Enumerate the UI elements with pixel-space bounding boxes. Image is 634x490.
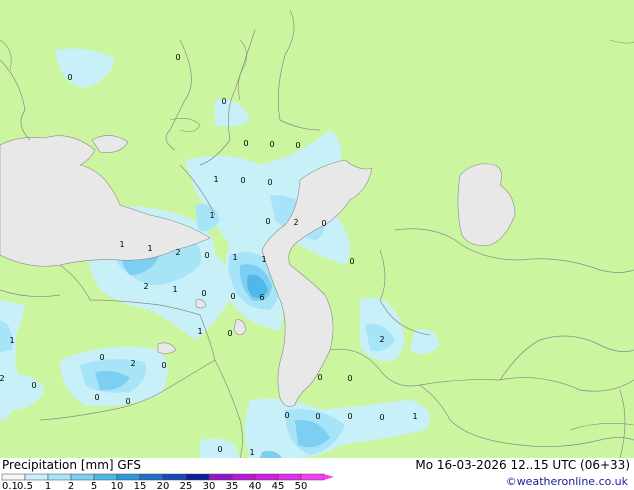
precip-value-label: 1 [249, 448, 254, 457]
scale-color-box [70, 473, 95, 481]
scale-color-box [254, 473, 279, 481]
precip-value-label: 0 [284, 411, 289, 420]
precip-value-label: 0 [99, 353, 104, 362]
scale-tick-label: 30 [203, 481, 216, 490]
precip-value-label: 0 [243, 139, 248, 148]
scale-tick-label: 10 [111, 481, 124, 490]
precip-value-label: 0 [347, 374, 352, 383]
scale-color-box [116, 473, 141, 481]
scale-color-box [47, 473, 72, 481]
footer: Precipitation [mm] GFS Mo 16-03-2026 12.… [0, 458, 634, 490]
precip-value-label: 0 [201, 289, 206, 298]
scale-color-box [231, 473, 256, 481]
scale-color-box [162, 473, 187, 481]
precip-value-label: 2 [143, 282, 148, 291]
scale-tick-label: 0.1 [2, 481, 18, 490]
scale-arrow [324, 474, 334, 480]
precip-value-label: 0 [227, 329, 232, 338]
precip-value-label: 1 [147, 244, 152, 253]
scale-tick-label: 0.5 [17, 481, 33, 490]
precip-value-label: 0 [321, 219, 326, 228]
forecast-datetime: Mo 16-03-2026 12..15 UTC (06+33) [415, 458, 630, 472]
precip-value-label: 0 [125, 397, 130, 406]
scale-tick-label: 45 [272, 481, 285, 490]
precip-value-label: 1 [213, 175, 218, 184]
site-credit[interactable]: ©weatheronline.co.uk [506, 475, 628, 488]
precip-value-label: 1 [9, 336, 14, 345]
scale-tick-label: 50 [295, 481, 308, 490]
scale-tick-labels: 0.1 0.5 1 2 5 10 15 20 25 30 35 40 45 50 [2, 481, 307, 490]
precip-value-label: 1 [261, 255, 266, 264]
scale-tick-label: 2 [68, 481, 74, 490]
precip-value-label: 0 [161, 361, 166, 370]
precip-value-label: 2 [0, 374, 5, 383]
scale-tick-label: 40 [249, 481, 262, 490]
precip-value-label: 1 [209, 211, 214, 220]
precip-value-label: 0 [267, 178, 272, 187]
precip-value-label: 2 [175, 248, 180, 257]
precipitation-map: 0 0 0 0 0 0 1 0 0 1 0 2 0 1 1 2 0 1 1 2 1 0 0 6 0 1 0 1 0 2 0 2 0 0 0 0 0 0 0 0… [0, 0, 634, 458]
precip-value-label: 1 [197, 327, 202, 336]
scale-color-box [277, 473, 302, 481]
scale-tick-label: 35 [226, 481, 239, 490]
scale-tick-label: 1 [45, 481, 51, 490]
scale-tick-label: 5 [91, 481, 97, 490]
precip-value-label: 0 [175, 53, 180, 62]
precip-value-label: 0 [269, 140, 274, 149]
precip-value-label: 0 [240, 176, 245, 185]
scale-color-box [139, 473, 164, 481]
scale-color-box [185, 473, 210, 481]
precip-value-label: 0 [217, 445, 222, 454]
precip-value-label: 0 [347, 412, 352, 421]
precip-value-label: 6 [259, 293, 264, 302]
scale-color-box [300, 473, 325, 481]
scale-color-box [24, 473, 49, 481]
precipitation-scale: 0.1 0.5 1 2 5 10 15 20 25 30 35 40 45 50 [1, 473, 334, 490]
precip-value-label: 0 [230, 292, 235, 301]
precip-value-label: 0 [379, 413, 384, 422]
precip-value-label: 0 [349, 257, 354, 266]
precip-value-label: 1 [412, 412, 417, 421]
scale-color-boxes [1, 473, 334, 481]
scale-color-box [93, 473, 118, 481]
precip-value-label: 0 [67, 73, 72, 82]
map-title: Precipitation [mm] GFS [2, 458, 141, 472]
scale-tick-label: 25 [180, 481, 193, 490]
scale-color-box [1, 473, 26, 481]
precip-value-label: 2 [293, 218, 298, 227]
precip-value-label: 0 [295, 141, 300, 150]
scale-tick-label: 20 [157, 481, 170, 490]
scale-color-box [208, 473, 233, 481]
precip-value-label: 1 [172, 285, 177, 294]
precip-value-label: 0 [221, 97, 226, 106]
precip-value-label: 0 [94, 393, 99, 402]
precip-value-label: 2 [379, 335, 384, 344]
precip-value-label: 1 [232, 253, 237, 262]
precip-value-label: 0 [31, 381, 36, 390]
precip-value-label: 0 [265, 217, 270, 226]
precip-value-label: 0 [204, 251, 209, 260]
scale-tick-label: 15 [134, 481, 147, 490]
precip-value-label: 2 [130, 359, 135, 368]
precip-value-label: 0 [317, 373, 322, 382]
precip-value-label: 0 [315, 412, 320, 421]
precip-value-label: 1 [119, 240, 124, 249]
